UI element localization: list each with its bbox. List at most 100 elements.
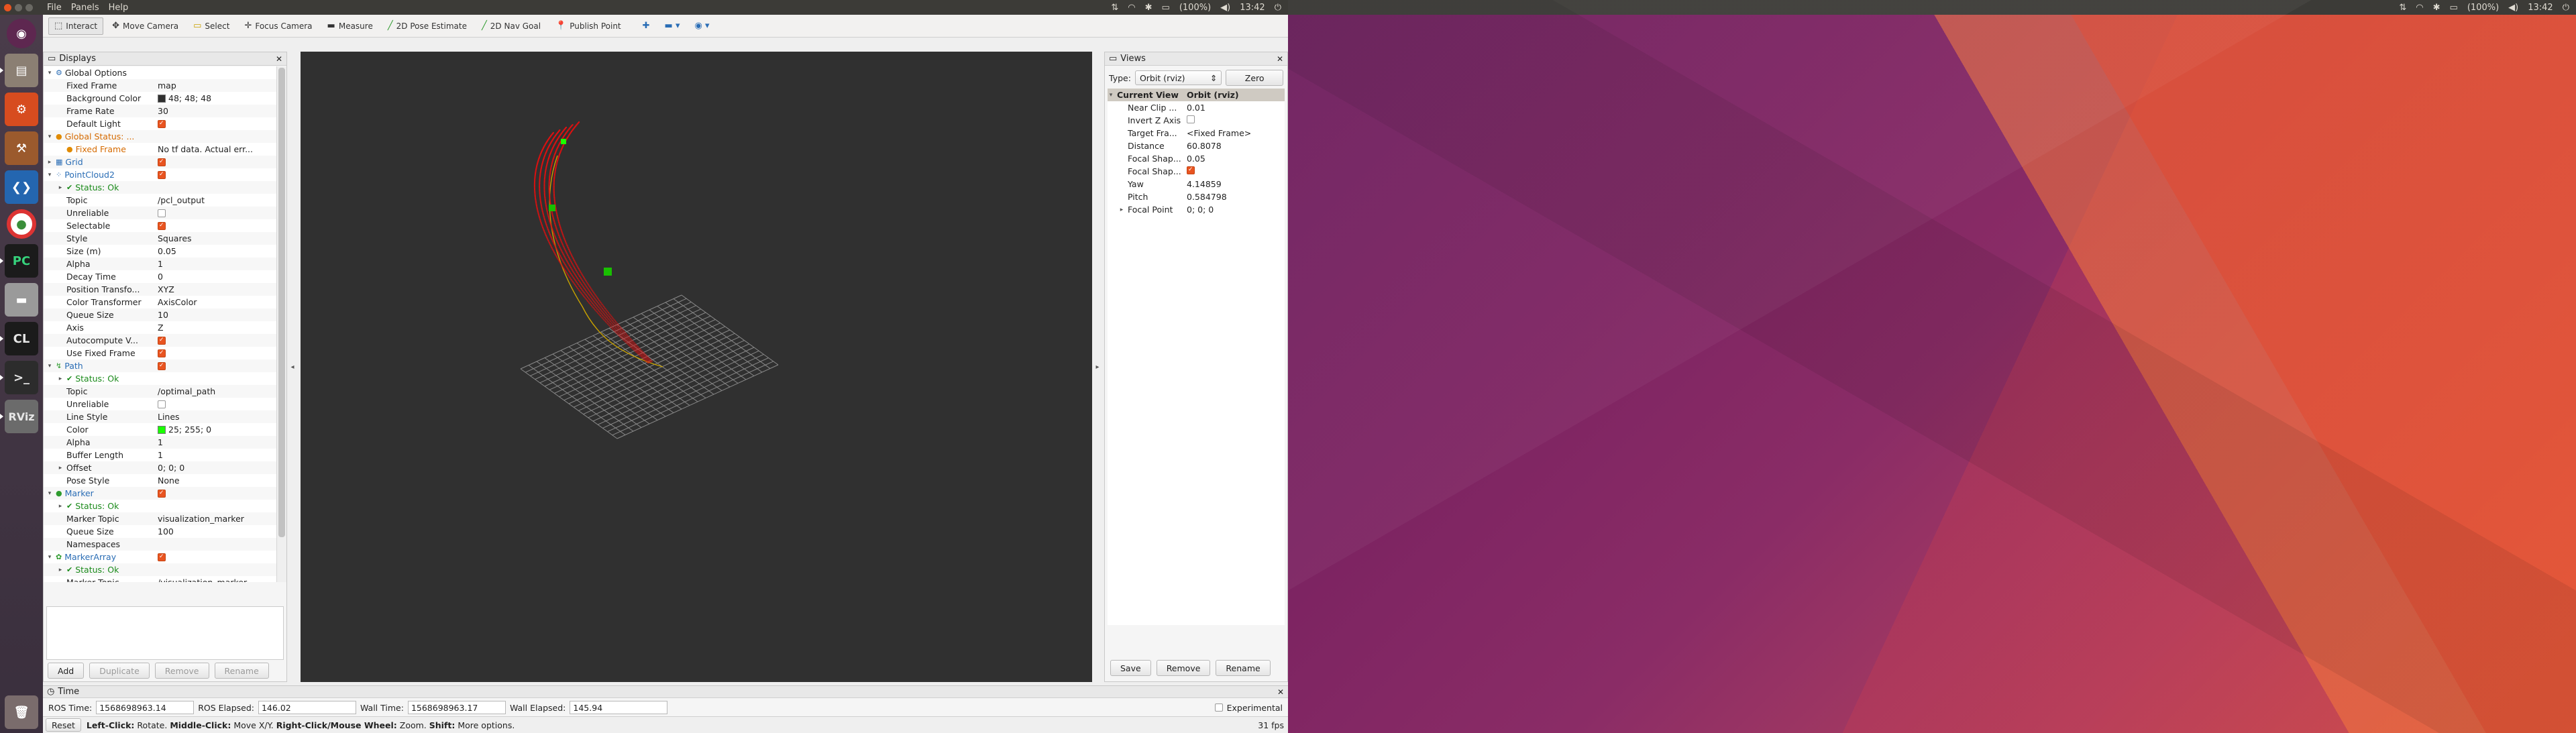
view-property-value[interactable]: 60.8078 <box>1187 141 1222 151</box>
displays-scrollbar[interactable] <box>276 66 286 582</box>
property-value[interactable]: visualization_marker <box>158 514 244 524</box>
property-value[interactable] <box>158 119 166 128</box>
display-row[interactable]: Namespaces <box>44 538 277 551</box>
scrollbar-thumb[interactable] <box>278 68 285 537</box>
display-row[interactable]: ▸ ✔ Status: Ok <box>44 181 277 194</box>
display-row[interactable]: Style Squares <box>44 232 277 245</box>
display-row[interactable]: Color 25; 255; 0 <box>44 423 277 436</box>
drive-app-icon[interactable]: ▬ <box>5 283 38 317</box>
bluetooth-icon[interactable]: ✱ <box>1145 3 1152 13</box>
tool-move-camera[interactable]: ✥ Move Camera <box>106 17 184 35</box>
property-checkbox[interactable] <box>158 489 166 498</box>
display-row[interactable]: Topic/optimal_path <box>44 385 277 398</box>
property-value[interactable]: 1 <box>158 437 163 447</box>
close-panel-icon[interactable]: ✕ <box>276 54 282 64</box>
clock[interactable]: 13:42 <box>1240 3 1265 13</box>
display-row[interactable]: Unreliable <box>44 398 277 410</box>
wall-time-field[interactable]: 1568698963.17 <box>407 701 506 714</box>
view-property-row[interactable]: Near Clip ... 0.01 <box>1108 101 1285 114</box>
battery-icon[interactable]: ▭ <box>2450 3 2458 13</box>
view-property-row[interactable]: Pitch 0.584798 <box>1108 190 1285 203</box>
display-row[interactable]: ▾ ✿ MarkerArray <box>44 551 277 563</box>
display-row[interactable]: Decay Time 0 <box>44 270 277 283</box>
tool-focus-camera[interactable]: ✛ Focus Camera <box>238 17 318 35</box>
display-row[interactable]: ▸ ▦ Grid <box>44 156 277 168</box>
view-property-checkbox[interactable] <box>1187 115 1195 123</box>
display-row[interactable]: ▸ Offset 0; 0; 0 <box>44 461 277 474</box>
pycharm-app-icon[interactable]: PC <box>0 244 38 278</box>
bluetooth-icon[interactable]: ✱ <box>2433 3 2440 13</box>
property-value[interactable] <box>158 553 166 561</box>
maximize-window-button[interactable] <box>25 3 33 11</box>
collapse-arrow-icon[interactable]: ▾ <box>46 554 53 561</box>
view-property-value[interactable]: <Fixed Frame> <box>1187 128 1251 138</box>
3d-viewport[interactable] <box>301 52 1092 682</box>
view-property-value[interactable]: 0.584798 <box>1187 192 1227 202</box>
property-checkbox[interactable] <box>158 553 166 561</box>
display-row[interactable]: Fixed Frame map <box>44 79 277 92</box>
collapse-arrow-icon[interactable]: ▾ <box>46 363 53 370</box>
display-row[interactable]: Queue Size 100 <box>44 525 277 538</box>
display-row[interactable]: Use Fixed Frame <box>44 347 277 359</box>
terminal-app-icon[interactable]: >_ <box>0 361 38 394</box>
property-value[interactable] <box>158 221 166 230</box>
view-property-row[interactable]: Invert Z Axis <box>1108 114 1285 127</box>
property-value[interactable]: 25; 255; 0 <box>158 425 211 435</box>
remove-view-button[interactable]: Remove <box>1156 660 1211 676</box>
save-view-button[interactable]: Save <box>1110 660 1151 676</box>
display-row[interactable]: Alpha 1 <box>44 258 277 270</box>
files-app-icon[interactable]: ▤ <box>0 54 38 87</box>
display-row[interactable]: Topic/pcl_output <box>44 194 277 207</box>
collapse-arrow-icon[interactable]: ▾ <box>46 133 53 140</box>
expand-arrow-icon[interactable]: ▸ <box>57 503 64 510</box>
view-property-value[interactable]: 4.14859 <box>1187 179 1222 189</box>
property-value[interactable]: map <box>158 80 176 91</box>
collapse-arrow-icon[interactable]: ▾ <box>46 490 53 497</box>
display-row[interactable]: ● Fixed Frame No tf data. Actual err... <box>44 143 277 156</box>
display-row[interactable]: Size (m) 0.05 <box>44 245 277 258</box>
settings-app-icon[interactable]: ⚙ <box>5 93 38 126</box>
display-row[interactable]: ▸ ✔ Status: Ok <box>44 372 277 385</box>
property-value[interactable]: 0; 0; 0 <box>158 463 184 473</box>
property-value[interactable] <box>158 336 166 345</box>
wifi-icon[interactable]: ◠ <box>2416 3 2423 13</box>
property-value[interactable]: /pcl_output <box>158 195 205 205</box>
property-value[interactable]: 10 <box>158 310 168 320</box>
color-swatch[interactable] <box>158 425 166 434</box>
collapse-arrow-icon[interactable]: ▾ <box>1108 92 1114 99</box>
menu-file[interactable]: File <box>47 3 62 13</box>
property-value[interactable]: /visualization_marker... <box>158 577 254 582</box>
property-checkbox[interactable] <box>158 349 166 357</box>
volume-icon[interactable]: ◀) <box>2508 3 2518 13</box>
collapse-arrow-icon[interactable]: ▾ <box>46 172 53 178</box>
minimize-window-button[interactable] <box>15 3 22 11</box>
display-row[interactable]: Line Style Lines <box>44 410 277 423</box>
property-value[interactable] <box>158 158 166 166</box>
ros-elapsed-field[interactable]: 146.02 <box>258 701 356 714</box>
property-value[interactable] <box>158 209 166 217</box>
rename-view-button[interactable]: Rename <box>1216 660 1271 676</box>
display-row[interactable]: Unreliable <box>44 207 277 219</box>
rviz-app-icon[interactable]: RViz <box>0 400 38 433</box>
wifi-icon[interactable]: ◠ <box>1128 3 1135 13</box>
property-value[interactable]: 1 <box>158 450 163 460</box>
network-icon[interactable]: ⇅ <box>2399 3 2406 13</box>
software-app-icon[interactable]: ⚒ <box>5 131 38 165</box>
menu-help[interactable]: Help <box>109 3 129 13</box>
display-row[interactable]: Autocompute V... <box>44 334 277 347</box>
property-checkbox[interactable] <box>158 158 166 166</box>
display-row[interactable]: ▾ ● Global Status: ... <box>44 130 277 143</box>
duplicate-display-button[interactable]: Duplicate <box>89 663 150 679</box>
view-property-row[interactable]: ▸ Focal Point 0; 0; 0 <box>1108 203 1285 216</box>
tool-2d-nav-goal[interactable]: ╱ 2D Nav Goal <box>476 17 547 35</box>
property-checkbox[interactable] <box>158 361 166 370</box>
display-row[interactable]: ▾ ● Marker <box>44 487 277 500</box>
expand-arrow-icon[interactable]: ▸ <box>57 567 64 573</box>
display-row[interactable]: Position Transfo... XYZ <box>44 283 277 296</box>
expand-arrow-icon[interactable]: ▸ <box>57 376 64 382</box>
ros-time-field[interactable]: 1568698963.14 <box>96 701 195 714</box>
network-icon[interactable]: ⇅ <box>1111 3 1118 13</box>
experimental-toggle[interactable]: Experimental <box>1214 703 1283 713</box>
property-value[interactable] <box>158 400 166 408</box>
property-value[interactable]: Z <box>158 323 164 333</box>
